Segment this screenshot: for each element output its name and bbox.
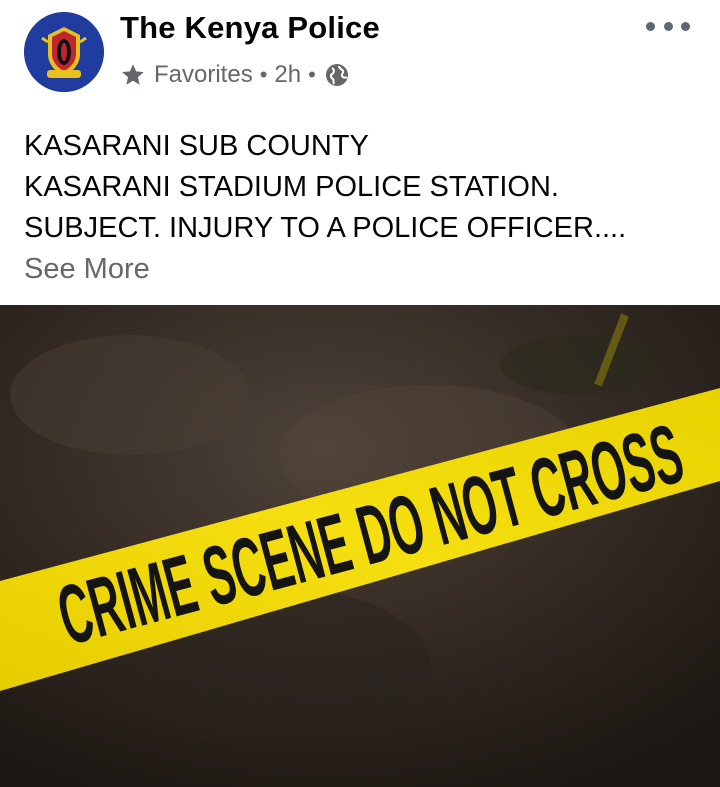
post-text-line: KASARANI SUB COUNTY	[24, 130, 369, 162]
more-dot	[663, 21, 673, 31]
globe-icon[interactable]	[325, 63, 349, 87]
more-dot	[681, 21, 690, 31]
post-text-line: KASARANI STADIUM POLICE STATION.	[24, 171, 559, 203]
post-text-line: SUBJECT. INJURY TO A POLICE OFFICER....	[24, 212, 627, 244]
more-options-icon[interactable]	[646, 12, 690, 40]
post-text: KASARANI SUB COUNTY KASARANI STADIUM POL…	[24, 126, 626, 290]
meta-separator: •	[259, 62, 268, 87]
favorites-label: Favorites	[154, 61, 253, 88]
post-meta: Favorites • 2h •	[120, 58, 349, 92]
post-image[interactable]: CRIME SCENE DO NOT CROSS	[0, 305, 720, 787]
page-name[interactable]: The Kenya Police	[120, 10, 380, 46]
crime-scene-photo: CRIME SCENE DO NOT CROSS	[0, 305, 720, 787]
see-more-link[interactable]: See More	[24, 249, 626, 290]
post-header: The Kenya Police Favorites • 2h •	[0, 0, 720, 110]
more-dot	[646, 21, 655, 31]
post-time[interactable]: 2h	[274, 61, 301, 89]
page-avatar[interactable]	[24, 12, 104, 92]
star-icon	[122, 64, 144, 85]
kenya-police-logo	[24, 12, 104, 92]
meta-separator: •	[308, 62, 316, 87]
